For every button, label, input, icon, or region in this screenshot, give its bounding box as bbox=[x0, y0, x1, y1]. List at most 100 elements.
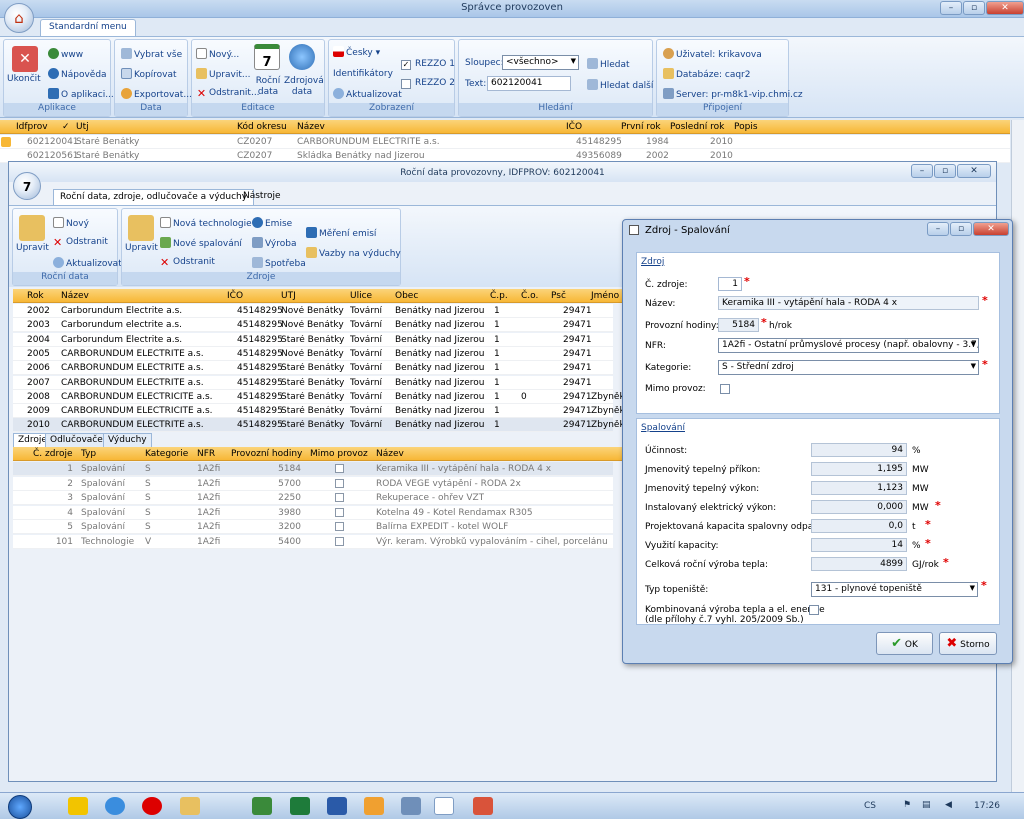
annual-data-button[interactable]: Roční data bbox=[255, 76, 281, 98]
subtab-odlucovace[interactable]: Odlučovače bbox=[45, 433, 108, 447]
field-input[interactable]: 0,000 bbox=[811, 500, 907, 514]
column-select[interactable]: <všechno> bbox=[502, 55, 579, 70]
ribbon-tab-standard[interactable]: Standardní menu bbox=[40, 19, 136, 36]
flag-icon[interactable]: ⚑ bbox=[903, 800, 911, 810]
media-icon[interactable] bbox=[364, 797, 384, 815]
refresh-button[interactable]: Aktualizovat bbox=[333, 88, 402, 100]
table-row[interactable]: 2008 CARBORUNDUM ELECTRICITE a.s. 45148295… bbox=[13, 389, 625, 404]
rezzo2-checkbox[interactable] bbox=[401, 79, 411, 89]
maximize-button[interactable]: ▫ bbox=[963, 1, 985, 15]
col-ulice[interactable]: Ulice bbox=[350, 291, 372, 301]
col-provozni-hodiny[interactable]: Provozní hodiny bbox=[231, 449, 302, 459]
new-combustion-button[interactable]: Nové spalování bbox=[160, 237, 242, 249]
word-icon[interactable] bbox=[327, 797, 347, 815]
source-edit-button[interactable]: Upravit bbox=[125, 243, 158, 253]
col-nazev[interactable]: Název bbox=[297, 122, 325, 132]
col-c-zdroje[interactable]: Č. zdroje bbox=[33, 449, 73, 459]
search-button[interactable]: Hledat bbox=[587, 58, 630, 70]
annual-close-button[interactable]: ✕ bbox=[957, 164, 991, 178]
measurement-button[interactable]: Měření emisí bbox=[306, 227, 376, 239]
production-button[interactable]: Výroba bbox=[252, 237, 296, 249]
excel-icon[interactable] bbox=[290, 797, 310, 815]
search-next-button[interactable]: Hledat další bbox=[587, 79, 653, 91]
col-obec[interactable]: Obec bbox=[395, 291, 418, 301]
table-row[interactable]: 2003 Carborundum electrite a.s. 45148295 No… bbox=[13, 318, 613, 333]
about-button[interactable]: O aplikaci... bbox=[48, 88, 114, 100]
mimo-provoz-checkbox[interactable] bbox=[335, 464, 344, 473]
kombinovana-checkbox[interactable] bbox=[809, 605, 819, 615]
mimo-provoz-checkbox[interactable] bbox=[335, 536, 344, 546]
table-row[interactable]: 2 Spalování S 1A2fi 5700 RODA VEGE vytápění -… bbox=[13, 476, 613, 491]
annual-refresh-button[interactable]: Aktualizovat bbox=[53, 257, 122, 269]
network-icon[interactable]: ▤ bbox=[922, 800, 931, 810]
col-psc[interactable]: Psč bbox=[551, 291, 566, 301]
mimo-provoz-checkbox[interactable] bbox=[335, 507, 344, 517]
source-data-button[interactable]: Zdrojová data bbox=[284, 76, 324, 98]
app-menu-orb-icon[interactable]: ⌂ bbox=[4, 3, 34, 33]
emissions-button[interactable]: Emise bbox=[252, 217, 292, 229]
typ-topeniste-select[interactable]: 131 - plynové topeniště bbox=[811, 582, 978, 597]
annual-calendar-icon[interactable]: 7 bbox=[13, 172, 41, 200]
col-rok[interactable]: Rok bbox=[27, 291, 44, 301]
col-nazev[interactable]: Název bbox=[61, 291, 89, 301]
field-input[interactable]: 1,195 bbox=[811, 462, 907, 476]
exit-button[interactable]: Ukončit bbox=[7, 74, 41, 84]
consumption-button[interactable]: Spotřeba bbox=[252, 257, 306, 269]
nazev-input[interactable]: Keramika III - vytápění hala - RODA 4 x bbox=[718, 296, 979, 310]
clock[interactable]: 17:26 bbox=[974, 801, 1000, 811]
opera-icon[interactable] bbox=[142, 797, 162, 815]
col-kategorie[interactable]: Kategorie bbox=[145, 449, 188, 459]
dialog-minimize-button[interactable]: – bbox=[927, 222, 949, 236]
table-row[interactable]: 101 Technologie V 1A2fi 5400 Výr. keram. Výro… bbox=[13, 534, 613, 549]
new-button[interactable]: Nový... bbox=[196, 48, 239, 60]
hodiny-input[interactable]: 5184 bbox=[718, 318, 759, 332]
table-row[interactable]: 2010 CARBORUNDUM ELECTRITE a.s. 45148295 St… bbox=[13, 418, 625, 433]
table-row[interactable]: 2007 CARBORUNDUM ELECTRITE a.s. 45148295 St… bbox=[13, 375, 613, 390]
table-row[interactable]: 2004 Carborundum Electrite a.s. 45148295 St… bbox=[13, 332, 613, 347]
internet-explorer-icon[interactable] bbox=[105, 797, 125, 815]
nfr-select[interactable]: 1A2fi - Ostatní průmyslové procesy (např… bbox=[718, 338, 979, 353]
tab-annual-data[interactable]: Roční data, zdroje, odlučovače a výduchy bbox=[53, 189, 255, 205]
col-jmeno[interactable]: Jméno bbox=[591, 291, 619, 301]
field-input[interactable]: 0,0 bbox=[811, 519, 907, 533]
storno-button[interactable]: ✖ Storno bbox=[939, 632, 997, 655]
search-input[interactable]: 602120041 bbox=[487, 76, 571, 91]
kategorie-select[interactable]: S - Střední zdroj bbox=[718, 360, 979, 375]
ok-button[interactable]: ✔ OK bbox=[876, 632, 933, 655]
mimo-provoz-checkbox[interactable] bbox=[720, 384, 730, 394]
table-row[interactable]: 5 Spalování S 1A2fi 3200 Balírna EXPEDIT - ko… bbox=[13, 520, 613, 534]
annual-restore-button[interactable]: ▫ bbox=[934, 164, 956, 178]
annual-edit-button[interactable]: Upravit bbox=[16, 243, 49, 253]
field-input[interactable]: 1,123 bbox=[811, 481, 907, 495]
col-ico[interactable]: IČO bbox=[566, 122, 582, 132]
col-utj[interactable]: UTJ bbox=[281, 291, 296, 301]
col-nazev[interactable]: Název bbox=[376, 449, 404, 459]
table-row[interactable]: 2006 CARBORUNDUM ELECTRITE a.s. 45148295 St… bbox=[13, 361, 613, 376]
volume-icon[interactable]: ◀ bbox=[945, 800, 952, 810]
field-input[interactable]: 4899 bbox=[811, 557, 907, 571]
col-prvni-rok[interactable]: První rok bbox=[621, 122, 661, 132]
table-row[interactable]: 2002 Carborundum Electrite a.s. 45148295 No… bbox=[13, 304, 613, 318]
delete-button[interactable]: ✕ Odstranit... bbox=[196, 88, 260, 99]
table-row[interactable]: 2009 CARBORUNDUM ELECTRICITE a.s. 45148295… bbox=[13, 404, 625, 419]
mimo-provoz-checkbox[interactable] bbox=[335, 493, 344, 502]
col-popis[interactable]: Popis bbox=[734, 122, 758, 132]
col-co[interactable]: Č.o. bbox=[521, 291, 538, 301]
field-input[interactable]: 94 bbox=[811, 443, 907, 457]
help-button[interactable]: Nápověda bbox=[48, 68, 107, 80]
start-button-icon[interactable] bbox=[8, 795, 32, 819]
minimize-button[interactable]: – bbox=[940, 1, 962, 15]
new-technology-button[interactable]: Nová technologie bbox=[160, 217, 252, 229]
table-row[interactable]: 3 Spalování S 1A2fi 2250 Rekuperace - ohřev V… bbox=[13, 491, 613, 505]
mimo-provoz-checkbox[interactable] bbox=[335, 478, 344, 488]
annual-new-button[interactable]: Nový bbox=[53, 217, 89, 229]
language-dropdown[interactable]: Česky ▾ bbox=[333, 46, 380, 58]
col-posledni-rok[interactable]: Poslední rok bbox=[670, 122, 724, 132]
source-delete-button[interactable]: ✕ Odstranit bbox=[160, 257, 215, 268]
copy-button[interactable]: Kopírovat bbox=[121, 68, 177, 80]
col-idfprov[interactable]: Idfprov bbox=[16, 122, 48, 132]
sprava-provozoven-icon[interactable] bbox=[434, 797, 454, 815]
close-button[interactable]: ✕ bbox=[986, 1, 1024, 15]
outlook-icon[interactable] bbox=[68, 797, 88, 815]
export-button[interactable]: Exportovat... bbox=[121, 88, 192, 100]
